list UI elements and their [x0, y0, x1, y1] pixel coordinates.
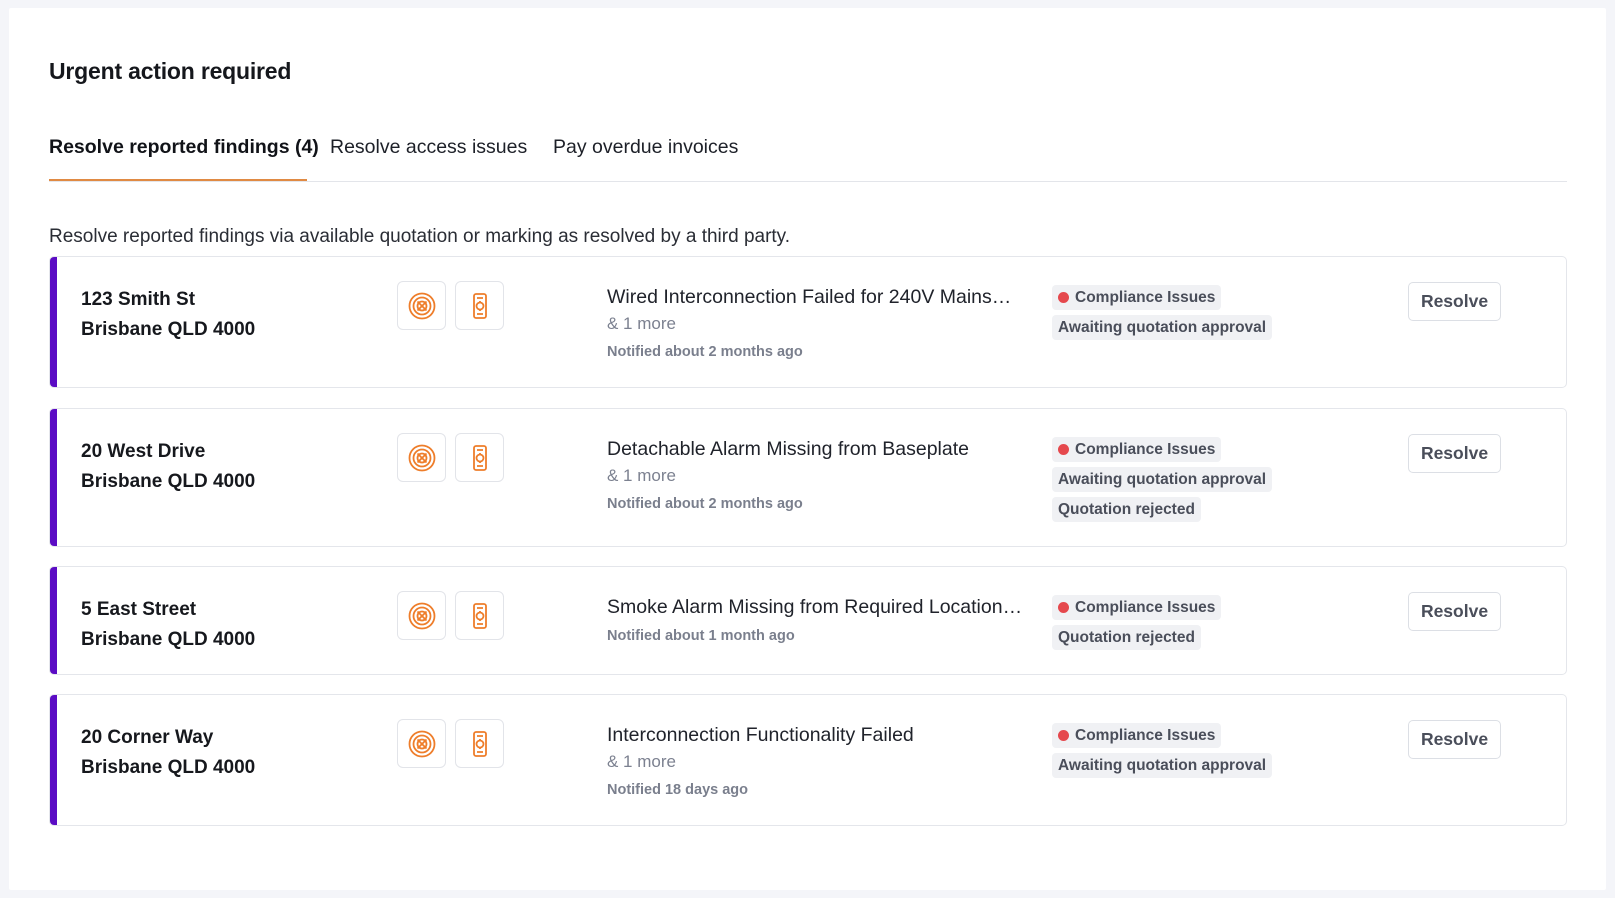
status-badge: Compliance Issues	[1052, 285, 1222, 310]
status-dot-icon	[1058, 730, 1069, 741]
finding-summary: Smoke Alarm Missing from Required Locati…	[607, 595, 1037, 645]
status-dot-icon	[1058, 292, 1069, 303]
finding-card: 123 Smith St Brisbane QLD 4000 Wired Int…	[49, 256, 1567, 388]
smoke-alarm-icon	[397, 591, 446, 640]
notified-timestamp: Notified about 2 months ago	[607, 496, 803, 512]
more-findings-link: & 1 more	[607, 752, 676, 771]
more-findings-link: & 1 more	[607, 314, 676, 333]
status-dot-icon	[1058, 602, 1069, 613]
status-dot-icon	[1058, 444, 1069, 455]
finding-title: Interconnection Functionality Failed	[607, 724, 914, 746]
address-street: 20 Corner Way	[81, 727, 214, 748]
smoke-alarm-icon	[397, 433, 446, 482]
more-findings-link: & 1 more	[607, 466, 676, 485]
property-address: 123 Smith St Brisbane QLD 4000	[81, 285, 255, 345]
active-tab-indicator	[49, 179, 307, 181]
status-badge: Awaiting quotation approval	[1052, 315, 1273, 340]
status-badge: Quotation rejected	[1052, 625, 1201, 650]
address-street: 5 East Street	[81, 599, 197, 620]
resolve-button[interactable]: Resolve	[1408, 720, 1501, 759]
section-description: Resolve reported findings via available …	[49, 226, 791, 247]
address-suburb: Brisbane QLD 4000	[81, 629, 256, 650]
page-title: Urgent action required	[49, 58, 292, 84]
finding-title: Detachable Alarm Missing from Baseplate	[607, 438, 969, 460]
card-accent-bar	[50, 567, 57, 674]
resolve-button[interactable]: Resolve	[1408, 592, 1501, 631]
property-address: 20 Corner Way Brisbane QLD 4000	[81, 723, 255, 783]
status-badge-label: Compliance Issues	[1075, 289, 1216, 306]
smoke-alarm-icon	[397, 719, 446, 768]
status-tags: Compliance Issues Awaiting quotation app…	[1052, 437, 1273, 527]
card-accent-bar	[50, 409, 57, 546]
address-street: 123 Smith St	[81, 289, 196, 310]
card-accent-bar	[50, 695, 57, 825]
alarm-device-icon	[455, 433, 504, 482]
resolve-button[interactable]: Resolve	[1408, 282, 1501, 321]
address-suburb: Brisbane QLD 4000	[81, 757, 256, 778]
status-tags: Compliance Issues Awaiting quotation app…	[1052, 723, 1273, 783]
address-suburb: Brisbane QLD 4000	[81, 319, 256, 340]
smoke-alarm-icon	[397, 281, 446, 330]
resolve-button[interactable]: Resolve	[1408, 434, 1501, 473]
tab-resolve-reported-findings[interactable]: Resolve reported findings (4)	[49, 136, 319, 159]
finding-card: 5 East Street Brisbane QLD 4000 Smoke Al…	[49, 566, 1567, 675]
status-tags: Compliance Issues Quotation rejected	[1052, 595, 1222, 655]
status-badge: Quotation rejected	[1052, 497, 1201, 522]
status-badge: Awaiting quotation approval	[1052, 753, 1273, 778]
urgent-action-panel: Urgent action required Resolve reported …	[9, 8, 1606, 890]
address-street: 20 West Drive	[81, 441, 206, 462]
notified-timestamp: Notified about 2 months ago	[607, 344, 803, 360]
tab-resolve-access-issues[interactable]: Resolve access issues	[330, 136, 527, 159]
finding-summary: Detachable Alarm Missing from Baseplate …	[607, 437, 1037, 513]
status-badge-label: Compliance Issues	[1075, 727, 1216, 744]
status-tags: Compliance Issues Awaiting quotation app…	[1052, 285, 1273, 345]
status-badge: Compliance Issues	[1052, 437, 1222, 462]
tab-pay-overdue-invoices[interactable]: Pay overdue invoices	[553, 136, 738, 159]
status-badge-label: Compliance Issues	[1075, 599, 1216, 616]
status-badge: Awaiting quotation approval	[1052, 467, 1273, 492]
alarm-device-icon	[455, 591, 504, 640]
finding-card: 20 West Drive Brisbane QLD 4000 Detachab…	[49, 408, 1567, 547]
tab-bar: Resolve reported findings (4) Resolve ac…	[49, 124, 1567, 182]
card-accent-bar	[50, 257, 57, 387]
status-badge: Compliance Issues	[1052, 723, 1222, 748]
address-suburb: Brisbane QLD 4000	[81, 471, 256, 492]
notified-timestamp: Notified about 1 month ago	[607, 628, 795, 644]
status-badge: Compliance Issues	[1052, 595, 1222, 620]
finding-card: 20 Corner Way Brisbane QLD 4000 Intercon…	[49, 694, 1567, 826]
notified-timestamp: Notified 18 days ago	[607, 782, 749, 798]
finding-summary: Wired Interconnection Failed for 240V Ma…	[607, 285, 1037, 361]
status-badge-label: Compliance Issues	[1075, 441, 1216, 458]
property-address: 20 West Drive Brisbane QLD 4000	[81, 437, 255, 497]
alarm-device-icon	[455, 281, 504, 330]
alarm-device-icon	[455, 719, 504, 768]
finding-title: Smoke Alarm Missing from Required Locati…	[607, 596, 1023, 618]
finding-title: Wired Interconnection Failed for 240V Ma…	[607, 286, 1012, 308]
property-address: 5 East Street Brisbane QLD 4000	[81, 595, 255, 655]
finding-summary: Interconnection Functionality Failed & 1…	[607, 723, 1037, 799]
